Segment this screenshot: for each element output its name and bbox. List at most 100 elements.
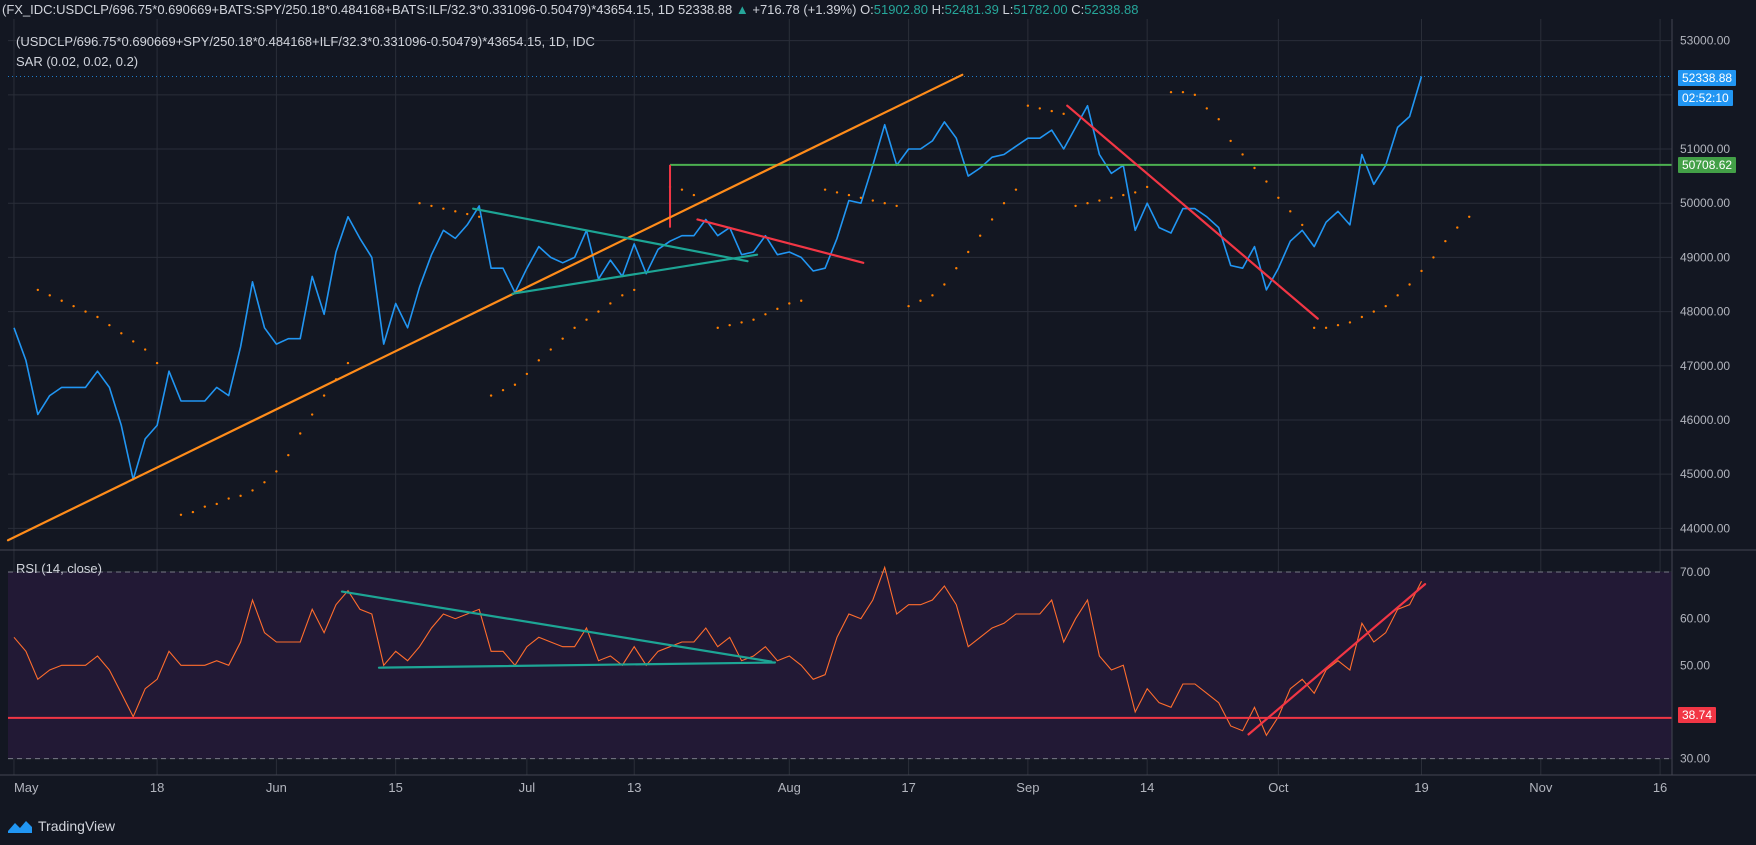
last-price-value: 52338.88 xyxy=(678,2,733,17)
sar-point xyxy=(1253,166,1256,170)
sar-point xyxy=(1062,112,1065,116)
sar-point xyxy=(1145,185,1149,189)
sar-point xyxy=(477,215,481,218)
close-value: 52338.88 xyxy=(1084,2,1139,17)
sar-point xyxy=(1372,310,1375,313)
price-axis-tick-label: 47000.00 xyxy=(1680,359,1730,373)
teal-triangle-lower xyxy=(511,253,759,295)
sar-point xyxy=(847,193,851,197)
sar-point xyxy=(454,210,457,213)
sar-point xyxy=(919,299,922,302)
sar-point xyxy=(96,315,99,319)
sar-point xyxy=(1122,193,1125,197)
teal-triangle-upper xyxy=(472,207,749,263)
sar-point xyxy=(943,283,946,286)
symbol-header: (FX_IDC:USDCLP/696.75*0.690669+BATS:SPY/… xyxy=(0,0,1756,19)
sar-point xyxy=(442,207,445,210)
sar-point xyxy=(72,304,75,308)
low-label: L: xyxy=(1002,2,1014,17)
rsi-axis-tick-label: 50.00 xyxy=(1680,658,1710,672)
sar-point xyxy=(287,453,290,457)
rsi-band-fill xyxy=(8,572,1672,759)
sar-point xyxy=(215,502,218,506)
sar-point xyxy=(823,188,827,191)
sar-point xyxy=(609,302,612,305)
sar-point xyxy=(621,294,624,297)
time-axis-tick-label: 17 xyxy=(901,780,915,795)
countdown-tag: 02:52:10 xyxy=(1678,90,1733,106)
sar-point xyxy=(692,193,696,197)
tradingview-logo[interactable]: TradingView xyxy=(8,818,115,834)
sar-point xyxy=(871,199,875,202)
red-downtrend-long xyxy=(1066,104,1319,320)
rsi-level-tag: 38.74 xyxy=(1678,707,1717,723)
sar-point xyxy=(322,394,326,397)
sar-point xyxy=(931,294,934,297)
sar-point xyxy=(60,299,63,302)
sar-point xyxy=(108,323,111,327)
time-axis-tick-label: Oct xyxy=(1268,780,1289,795)
rsi-band xyxy=(8,571,1672,760)
sar-point xyxy=(800,299,803,302)
sar-point xyxy=(573,326,576,330)
sar-point xyxy=(36,288,40,292)
price-axis-tick-label: 46000.00 xyxy=(1680,413,1730,427)
rsi-legend[interactable]: RSI (14, close) xyxy=(16,561,102,576)
time-axis-tick-label: Jul xyxy=(519,780,536,795)
main-legend[interactable]: (USDCLP/696.75*0.690669+SPY/250.18*0.484… xyxy=(16,34,595,49)
sar-point xyxy=(835,191,839,194)
sar-point xyxy=(728,323,731,327)
sar-point xyxy=(585,318,588,321)
sar-point xyxy=(1086,202,1089,205)
sar-point xyxy=(883,202,886,205)
chart-canvas[interactable]: 44000.00 45000.00 46000.00 47000.00 48000.00… xyxy=(0,19,1756,802)
footer-bar xyxy=(0,802,1756,845)
sar-legend[interactable]: SAR (0.02, 0.02, 0.2) xyxy=(16,54,138,69)
sar-point xyxy=(1432,256,1435,259)
sar-point xyxy=(1074,204,1077,208)
sar-point xyxy=(1301,223,1304,227)
symbol-name[interactable]: (FX_IDC:USDCLP/696.75*0.690669+BATS:SPY/… xyxy=(0,2,674,17)
time-axis-tick-label: 13 xyxy=(627,780,641,795)
sar-point xyxy=(967,250,970,254)
sar-point xyxy=(1408,283,1411,286)
sar-point xyxy=(740,321,743,324)
high-value: 52481.39 xyxy=(944,2,999,17)
sar-point xyxy=(1336,323,1340,327)
sar-point xyxy=(1312,326,1316,330)
sar-point xyxy=(1348,321,1352,324)
sar-point xyxy=(251,489,254,492)
sar-point xyxy=(84,310,87,313)
sar-point xyxy=(1468,215,1471,218)
sar-point xyxy=(179,513,183,516)
sar-point xyxy=(120,332,123,335)
sar-point xyxy=(1181,90,1185,94)
sar-point xyxy=(155,361,159,365)
sar-point xyxy=(895,204,898,208)
sar-point xyxy=(1360,315,1364,319)
low-value: 51782.00 xyxy=(1013,2,1068,17)
time-axis-tick-label: 14 xyxy=(1140,780,1154,795)
sar-point xyxy=(1420,269,1423,273)
time-axis-tick-label: 16 xyxy=(1653,780,1667,795)
sar-point xyxy=(1289,210,1292,213)
last-price-tag: 52338.88 xyxy=(1678,70,1737,86)
sar-point xyxy=(1002,202,1006,205)
green-level-tag: 50708.62 xyxy=(1678,157,1737,173)
sar-point xyxy=(764,313,767,316)
sar-point xyxy=(418,202,421,205)
rsi-axis-tick-label: 30.00 xyxy=(1680,752,1710,766)
sar-point xyxy=(1396,294,1399,297)
price-axis-tick-label: 51000.00 xyxy=(1680,142,1730,156)
sar-point xyxy=(1098,199,1101,202)
orange-trendline xyxy=(6,73,964,542)
sar-point xyxy=(955,267,958,270)
sar-point xyxy=(597,310,600,313)
sar-point xyxy=(537,359,541,362)
sar-point xyxy=(1265,180,1268,183)
sar-point xyxy=(978,234,982,237)
sar-point xyxy=(299,432,302,435)
sar-point xyxy=(48,294,51,297)
open-value: 51902.80 xyxy=(873,2,929,17)
sar-point xyxy=(1217,118,1220,121)
